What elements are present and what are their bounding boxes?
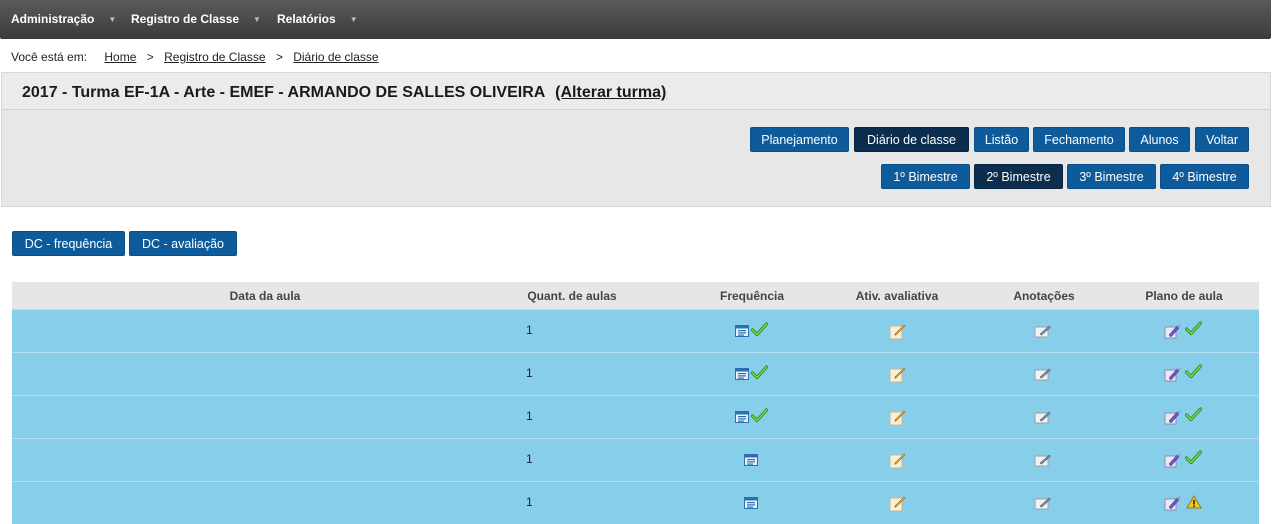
breadcrumb: Você está em: Home > Registro de Classe …: [11, 50, 379, 64]
edit-note-icon[interactable]: [888, 495, 906, 515]
check-icon: [1184, 407, 1203, 425]
annotation-edit-icon[interactable]: [1034, 496, 1052, 513]
table-row: 1: [12, 309, 1259, 352]
lesson-quantity: 1: [526, 409, 533, 423]
column-header-plano-de-aula: Plano de aula: [1145, 289, 1223, 303]
toolbar-panel: Planejamento Diário de classe Listão Fec…: [1, 109, 1271, 207]
fechamento-button[interactable]: Fechamento: [1033, 127, 1125, 152]
breadcrumb-separator: >: [146, 50, 154, 64]
lesson-plan-edit-icon[interactable]: [1164, 366, 1184, 385]
lesson-quantity: 1: [526, 366, 533, 380]
bimestre-2-button[interactable]: 2º Bimestre: [974, 164, 1063, 189]
table-row: 1: [12, 438, 1259, 481]
check-icon: [750, 365, 769, 383]
edit-note-icon[interactable]: [888, 323, 906, 343]
class-header: 2017 - Turma EF-1A - Arte - EMEF - ARMAN…: [1, 72, 1271, 109]
annotation-edit-icon[interactable]: [1034, 367, 1052, 384]
annotation-edit-icon[interactable]: [1034, 410, 1052, 427]
breadcrumb-link-registro[interactable]: Registro de Classe: [164, 50, 265, 64]
chevron-down-icon: ▼: [349, 15, 358, 25]
chevron-down-icon: ▼: [253, 15, 261, 25]
lesson-plan-edit-icon[interactable]: [1164, 452, 1184, 471]
attendance-sheet-icon[interactable]: [735, 411, 749, 426]
page-title: 2017 - Turma EF-1A - Arte - EMEF - ARMAN…: [22, 84, 666, 102]
column-header-quant: Quant. de aulas: [527, 289, 617, 303]
chevron-down-icon: ▼: [108, 15, 117, 25]
planejamento-button[interactable]: Planejamento: [750, 127, 849, 152]
lesson-quantity: 1: [526, 452, 533, 466]
change-class-link[interactable]: (Alterar turma): [555, 84, 666, 101]
lesson-plan-edit-icon[interactable]: [1164, 495, 1184, 514]
check-icon: [1184, 450, 1203, 468]
breadcrumb-link-diario[interactable]: Diário de classe: [293, 50, 378, 64]
nav-menu-label: Registro de Classe: [131, 12, 240, 26]
breadcrumb-prefix: Você está em:: [11, 50, 88, 64]
nav-menu-label: Relatórios: [277, 12, 336, 26]
attendance-sheet-icon[interactable]: [744, 497, 758, 512]
table-header: Data da aula Quant. de aulas Frequência …: [12, 282, 1259, 309]
bimestre-3-button[interactable]: 3º Bimestre: [1067, 164, 1156, 189]
column-header-ativ-avaliativa: Ativ. avaliativa: [855, 289, 939, 303]
attendance-sheet-icon[interactable]: [744, 454, 758, 469]
lesson-quantity: 1: [526, 495, 533, 509]
voltar-button[interactable]: Voltar: [1195, 127, 1249, 152]
check-icon: [1184, 364, 1203, 382]
dc-frequencia-button[interactable]: DC - frequência: [12, 231, 125, 256]
bimestre-1-button[interactable]: 1º Bimestre: [881, 164, 970, 189]
top-nav-bar: Administração ▼ Registro de Classe ▼ Relat…: [0, 0, 1271, 39]
nav-menu-label: Administração: [11, 12, 95, 26]
table-row: 1: [12, 395, 1259, 438]
annotation-edit-icon[interactable]: [1034, 324, 1052, 341]
check-icon: [750, 408, 769, 426]
edit-note-icon[interactable]: [888, 452, 906, 472]
lesson-plan-edit-icon[interactable]: [1164, 323, 1184, 342]
nav-menu-relatorios[interactable]: Relatórios ▼: [277, 12, 358, 26]
alunos-button[interactable]: Alunos: [1129, 127, 1190, 152]
edit-note-icon[interactable]: [888, 366, 906, 386]
column-header-data: Data da aula: [229, 289, 301, 303]
column-header-anotacoes: Anotações: [1013, 289, 1075, 303]
lesson-quantity: 1: [526, 323, 533, 337]
bimestre-4-button[interactable]: 4º Bimestre: [1160, 164, 1249, 189]
nav-menu-registro-de-classe[interactable]: Registro de Classe ▼: [131, 12, 261, 26]
attendance-sheet-icon[interactable]: [735, 325, 749, 340]
attendance-sheet-icon[interactable]: [735, 368, 749, 383]
column-header-frequencia: Frequência: [719, 289, 785, 303]
warning-icon: [1186, 495, 1202, 512]
table-row: 1: [12, 352, 1259, 395]
dc-avaliacao-button[interactable]: DC - avaliação: [129, 231, 237, 256]
annotation-edit-icon[interactable]: [1034, 453, 1052, 470]
breadcrumb-link-home[interactable]: Home: [104, 50, 136, 64]
edit-note-icon[interactable]: [888, 409, 906, 429]
diario-de-classe-button[interactable]: Diário de classe: [854, 127, 969, 152]
class-title-text: 2017 - Turma EF-1A - Arte - EMEF - ARMAN…: [22, 84, 545, 101]
check-icon: [750, 322, 769, 340]
breadcrumb-separator: >: [275, 50, 283, 64]
table-row: 1: [12, 481, 1259, 524]
lesson-plan-edit-icon[interactable]: [1164, 409, 1184, 428]
listao-button[interactable]: Listão: [974, 127, 1029, 152]
check-icon: [1184, 321, 1203, 339]
nav-menu-administracao[interactable]: Administração ▼: [11, 12, 116, 26]
